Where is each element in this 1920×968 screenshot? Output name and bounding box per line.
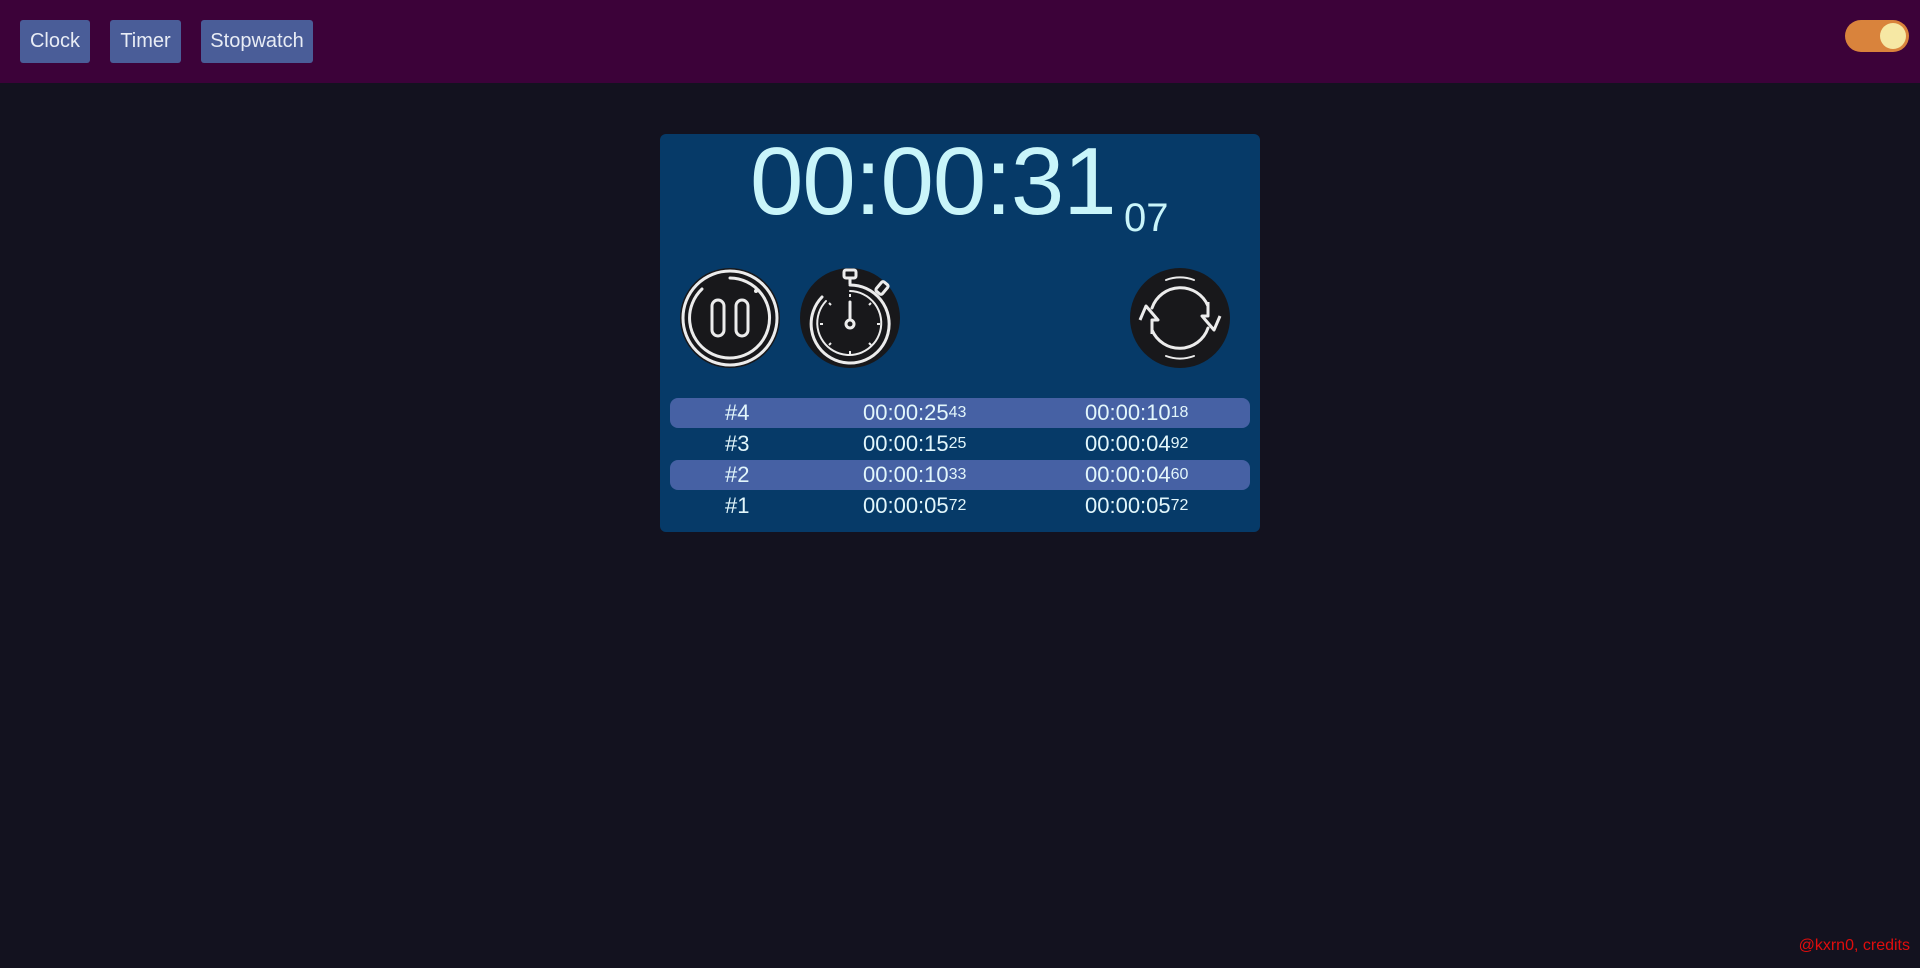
lap-number: #3: [725, 431, 750, 456]
stopwatch-centiseconds: 07: [1124, 196, 1169, 240]
credits-link[interactable]: @kxrn0, credits: [1799, 937, 1910, 955]
toggle-knob: [1880, 23, 1906, 49]
lap-split-time: 00:00:10 18: [1085, 400, 1189, 425]
lap-row: #2 00:00:10 33 00:00:04 60: [670, 460, 1250, 490]
lap-total-time: 00:00:05 72: [863, 493, 967, 518]
lap-number: #4: [725, 400, 750, 425]
lap-row: #1 00:00:05 72 00:00:05 72: [670, 491, 1250, 521]
timer-nav-button[interactable]: Timer: [110, 20, 181, 63]
lap-row: #3 00:00:15 25 00:00:04 92: [670, 429, 1250, 459]
lap-total-time: 00:00:25 43: [863, 400, 967, 425]
lap-split-time: 00:00:04 60: [1085, 462, 1189, 487]
stopwatch-nav-button[interactable]: Stopwatch: [201, 20, 313, 63]
lap-total-time: 00:00:10 33: [863, 462, 967, 487]
top-bar: Clock Timer Stopwatch: [0, 0, 1920, 83]
lap-button[interactable]: [800, 268, 900, 368]
lap-number: #2: [725, 462, 750, 487]
lap-list: #4 00:00:25 43 00:00:10 18 #3 00:00:15 25 0…: [670, 398, 1250, 522]
theme-toggle[interactable]: [1845, 20, 1909, 52]
stopwatch-icon: [809, 268, 891, 365]
refresh-icon: [1138, 276, 1222, 360]
pause-button[interactable]: [680, 268, 780, 368]
lap-number: #1: [725, 493, 750, 518]
pause-icon: [681, 269, 779, 367]
reset-button[interactable]: [1130, 268, 1230, 368]
lap-total-time: 00:00:15 25: [863, 431, 967, 456]
stopwatch-time: 00:00:31: [750, 128, 1117, 235]
lap-split-time: 00:00:05 72: [1085, 493, 1189, 518]
lap-split-time: 00:00:04 92: [1085, 431, 1189, 456]
lap-row: #4 00:00:25 43 00:00:10 18: [670, 398, 1250, 428]
clock-nav-button[interactable]: Clock: [20, 20, 90, 63]
stopwatch-card: 00:00:31 07 #4 00:00:25 43 00:00:10 18 #…: [660, 134, 1260, 532]
